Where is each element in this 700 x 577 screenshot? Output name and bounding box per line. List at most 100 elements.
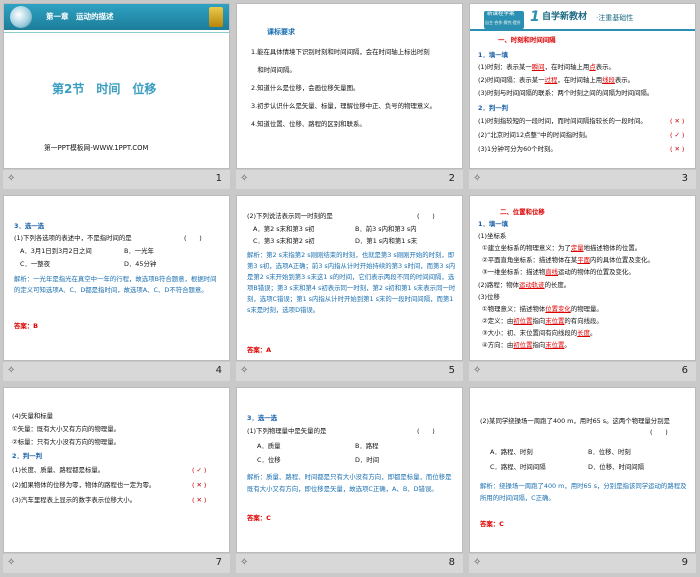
star-icon: ✧ bbox=[7, 365, 16, 376]
question-text: (1)下列各选项的表述中，不是指时间的是 bbox=[14, 234, 132, 242]
option: B．位移、时刻 bbox=[588, 448, 631, 456]
badge-subtext: 自主·合作·探究·提升 bbox=[485, 20, 521, 25]
question-heading: 3．选一选 bbox=[14, 222, 45, 230]
text-span: 位置变化 bbox=[545, 305, 571, 313]
text-span: 过程 bbox=[544, 76, 558, 84]
text-span: 的长度。 bbox=[544, 281, 571, 289]
slide-number: 8 bbox=[448, 557, 455, 568]
option: C．第3 s末和第2 s初 bbox=[253, 237, 315, 245]
judge-heading: 2．判一判 bbox=[478, 104, 509, 112]
item: 3.初步认识什么是矢量、标量，理解位移中正、负号的物理意义。 bbox=[251, 102, 437, 110]
star-icon: ✧ bbox=[240, 365, 249, 376]
slide-number: 6 bbox=[681, 365, 688, 376]
slide-number: 7 bbox=[215, 557, 222, 568]
option: C．路程、时间间隔 bbox=[490, 463, 546, 471]
slide-3-bar: ✧ 3 bbox=[469, 170, 696, 189]
judge-mark: ( ✕ ) bbox=[670, 117, 685, 125]
answer-paren: ( ) bbox=[417, 212, 435, 220]
candle-icon bbox=[209, 7, 223, 27]
text-span: 地描述物体的位置。 bbox=[583, 244, 642, 252]
text-line: (3)时刻与时间间隔的联系：两个时刻之间的间隔为时间间隔。 bbox=[478, 89, 654, 97]
dandelion-icon bbox=[10, 6, 32, 28]
judge-mark: ( ✓ ) bbox=[670, 131, 685, 139]
slide-6[interactable]: 二、位置和位移 1．填一填 (1)坐标系 ①建立坐标系的物理意义：为了定量地描述… bbox=[466, 192, 699, 384]
item: ①矢量：既有大小又有方向的物理量。 bbox=[12, 425, 120, 433]
slide-1-bar: ✧ 1 bbox=[3, 170, 230, 189]
text-span: 内的具体位置及变化。 bbox=[589, 256, 654, 264]
slide-9-canvas: (2)某同学绕操场一周跑了400 m，用时65 s。这两个物理量分别是 ( ) … bbox=[469, 387, 696, 553]
answer-paren: ( ) bbox=[417, 427, 435, 435]
slide-5-bar: ✧ 5 bbox=[236, 362, 463, 381]
answer: 答案：B bbox=[14, 322, 39, 330]
star-icon: ✧ bbox=[473, 173, 482, 184]
text-span: (2)时间间隔：表示某一 bbox=[478, 76, 545, 84]
answer-paren: ( ) bbox=[650, 428, 668, 436]
answer: 答案：C bbox=[247, 514, 271, 522]
section-heading: 二、位置和位移 bbox=[500, 208, 545, 216]
slide-3[interactable]: 新课程学案 自主·合作·探究·提升 1 自学新教材 ·注重基础性 一、时刻和时间… bbox=[466, 0, 699, 192]
slide-2[interactable]: 课标要求 1.能在具体情境下识别时刻和时间间隔，会在时间轴上标出时刻 和时间间隔… bbox=[233, 0, 466, 192]
option: D．45分钟 bbox=[124, 260, 157, 268]
option: D．时间 bbox=[355, 456, 380, 464]
option: A．第2 s末和第3 s初 bbox=[253, 225, 315, 233]
slide-8[interactable]: 3．选一选 (1)下列物理量中是矢量的是 ( ) A．质量 B．路程 C．位移 … bbox=[233, 384, 466, 576]
judge-item: (3)1分钟可分为60个时刻。 bbox=[478, 145, 557, 153]
section-heading: 一、时刻和时间间隔 bbox=[498, 36, 556, 44]
star-icon: ✧ bbox=[473, 557, 482, 568]
text-span: ①建立坐标系的物理意义：为了 bbox=[482, 244, 571, 252]
slide-4-bar: ✧ 4 bbox=[3, 362, 230, 381]
explanation: 解析：绕操场一周跑了400 m，用时65 s，分别是指该同学运动的路程及所用的时… bbox=[480, 482, 687, 502]
text-span: ④方向：由 bbox=[482, 341, 514, 349]
text-span: 表示。 bbox=[595, 63, 615, 71]
option: D．第1 s内和第1 s末 bbox=[355, 237, 418, 245]
judge-mark: ( ✓ ) bbox=[192, 466, 207, 474]
item: 和时间间隔。 bbox=[251, 66, 296, 74]
slide-1[interactable]: 第一章 运动的描述 第2节 时间 位移 第一PPT模板网-WWW.1PPT.CO… bbox=[0, 0, 233, 192]
text-span: 定量 bbox=[570, 244, 584, 252]
slide-7-bar: ✧ 7 bbox=[3, 554, 230, 573]
slide-number: 5 bbox=[448, 365, 455, 376]
option: A．3月1日到3月2日之间 bbox=[20, 247, 92, 255]
judge-heading: 2．判一判 bbox=[12, 452, 43, 460]
slide-9[interactable]: (2)某同学绕操场一周跑了400 m，用时65 s。这两个物理量分别是 ( ) … bbox=[466, 384, 699, 576]
judge-item: (3)汽车里程表上显示的数字表示位移大小。 bbox=[12, 496, 137, 504]
slide-sorter: 第一章 运动的描述 第2节 时间 位移 第一PPT模板网-WWW.1PPT.CO… bbox=[0, 0, 700, 577]
text-span: 的物理量。 bbox=[570, 305, 603, 313]
slide-8-bar: ✧ 8 bbox=[236, 554, 463, 573]
item: (1)坐标系 bbox=[478, 232, 507, 240]
section-title: 第2节 时间 位移 bbox=[52, 82, 157, 96]
text-span: 瞬间 bbox=[531, 63, 545, 71]
slide-7-canvas: (4)矢量和标量 ①矢量：既有大小又有方向的物理量。 ②标量：只有大小没有方向的… bbox=[3, 387, 230, 553]
slide-4-canvas: 3．选一选 (1)下列各选项的表述中，不是指时间的是 ( ) A．3月1日到3月… bbox=[3, 195, 230, 361]
badge-text: 新课程学案 bbox=[487, 11, 515, 17]
text-span: 初位置 bbox=[513, 341, 533, 349]
slide-6-canvas: 二、位置和位移 1．填一填 (1)坐标系 ①建立坐标系的物理意义：为了定量地描述… bbox=[469, 195, 696, 361]
judge-mark: ( ✕ ) bbox=[670, 145, 685, 153]
option: A．质量 bbox=[257, 442, 281, 450]
text-span: 长度 bbox=[577, 329, 590, 337]
text-span: ③大小：初、末位置间有向线段的 bbox=[482, 329, 578, 337]
title-band bbox=[4, 4, 229, 30]
judge-mark: ( ✕ ) bbox=[192, 481, 207, 489]
slide-2-canvas: 课标要求 1.能在具体情境下识别时刻和时间间隔，会在时间轴上标出时刻 和时间间隔… bbox=[236, 3, 463, 169]
text-span: ，在时间轴上用 bbox=[557, 76, 603, 84]
judge-item: (2)“北京时间12点整”中的时间指时刻。 bbox=[478, 131, 592, 139]
answer: 答案：C bbox=[480, 520, 504, 528]
slide-number: 4 bbox=[215, 365, 222, 376]
text-span: 线段 bbox=[602, 76, 615, 84]
chapter-title: 第一章 运动的描述 bbox=[46, 12, 114, 21]
slide-5[interactable]: (2)下列说法表示同一时刻的是 ( ) A．第2 s末和第3 s初 B．前3 s… bbox=[233, 192, 466, 384]
text-span: (1)时刻：表示某一 bbox=[478, 63, 532, 71]
item: 2.知道什么是位移，会画位移矢量图。 bbox=[251, 84, 360, 92]
text-span: ②定义：由 bbox=[482, 317, 514, 325]
slide-7[interactable]: (4)矢量和标量 ①矢量：既有大小又有方向的物理量。 ②标量：只有大小没有方向的… bbox=[0, 384, 233, 576]
star-icon: ✧ bbox=[240, 173, 249, 184]
judge-item: (1)长度、质量、路程都是标量。 bbox=[12, 466, 105, 474]
slide-5-canvas: (2)下列说法表示同一时刻的是 ( ) A．第2 s末和第3 s初 B．前3 s… bbox=[236, 195, 463, 361]
text-span: 。 bbox=[564, 341, 571, 349]
judge-item: (2)如果物体的位移为零，物体的路程也一定为零。 bbox=[12, 481, 156, 489]
slide-4[interactable]: 3．选一选 (1)下列各选项的表述中，不是指时间的是 ( ) A．3月1日到3月… bbox=[0, 192, 233, 384]
slide-8-canvas: 3．选一选 (1)下列物理量中是矢量的是 ( ) A．质量 B．路程 C．位移 … bbox=[236, 387, 463, 553]
explanation: 解析：质量、路程、时间都是只有大小没有方向，即都是标量，而位移是既有大小又有方向… bbox=[247, 473, 452, 493]
text-span: ，在时间轴上用 bbox=[544, 63, 590, 71]
